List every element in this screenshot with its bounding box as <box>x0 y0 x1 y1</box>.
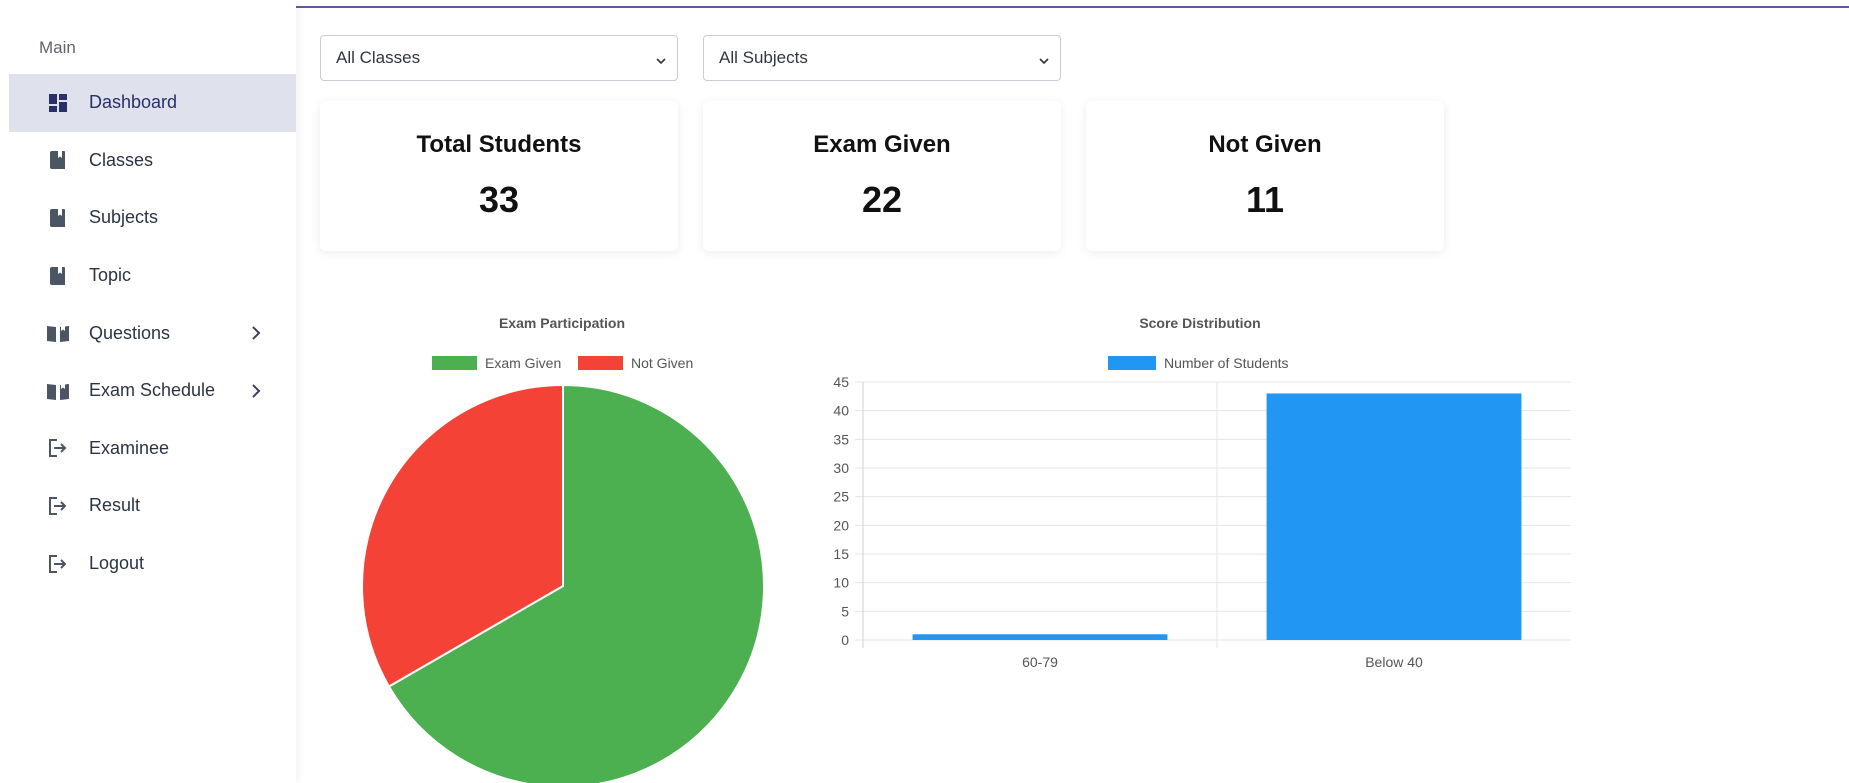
open-book-icon <box>47 322 69 344</box>
sidebar: Main Dashboard Classes Subjects Topic Qu… <box>0 0 296 783</box>
pie-slice-exam-given[interactable] <box>387 383 765 783</box>
dashboard-icon <box>47 92 69 114</box>
x-tick-label: Below 40 <box>1365 654 1423 670</box>
legend-label: Number of Students <box>1164 355 1289 371</box>
sidebar-item-label: Subjects <box>89 207 159 228</box>
sidebar-item-label: Exam Schedule <box>89 380 216 401</box>
chart-title: Score Distribution <box>1139 315 1260 331</box>
y-tick-label: 45 <box>833 374 849 390</box>
card-value: 22 <box>861 179 903 220</box>
y-tick-label: 40 <box>833 403 849 419</box>
card-title: Not Given <box>1208 131 1322 158</box>
sidebar-section-label: Main <box>39 38 76 57</box>
chevron-down-icon <box>1038 52 1050 65</box>
class-filter-value: All Classes <box>336 48 421 67</box>
chart-title: Exam Participation <box>499 315 625 331</box>
sidebar-item-questions[interactable]: Questions <box>9 304 296 362</box>
x-tick-label: 60-79 <box>1022 654 1058 670</box>
pie-slices <box>361 383 765 783</box>
top-accent-line <box>296 6 1849 8</box>
exam-participation-chart: Exam Participation Exam Given Not Given <box>361 315 765 783</box>
card-title: Total Students <box>416 131 582 158</box>
bar-x-labels: 60-79 Below 40 <box>1022 654 1423 670</box>
sidebar-item-label: Classes <box>89 149 154 170</box>
sidebar-item-logout[interactable]: Logout <box>9 535 296 593</box>
y-tick-label: 30 <box>833 460 849 476</box>
chevron-right-icon <box>249 326 263 340</box>
card-value: 11 <box>1245 179 1285 220</box>
legend-swatch-exam-given <box>432 356 477 370</box>
sidebar-item-dashboard[interactable]: Dashboard <box>9 74 296 132</box>
sidebar-item-label: Logout <box>89 553 145 574</box>
sidebar-item-topic[interactable]: Topic <box>9 247 296 305</box>
logout-icon <box>47 553 69 575</box>
y-tick-label: 15 <box>833 546 849 562</box>
exam-given-card: Exam Given 22 <box>703 101 1061 251</box>
logout-icon <box>47 495 69 517</box>
sidebar-item-classes[interactable]: Classes <box>9 132 296 190</box>
legend-label: Exam Given <box>485 355 561 371</box>
y-tick-label: 0 <box>841 632 849 648</box>
total-students-card: Total Students 33 <box>320 101 678 251</box>
open-book-icon <box>47 380 69 402</box>
y-tick-label: 20 <box>833 517 849 533</box>
y-tick-label: 5 <box>841 603 849 619</box>
sidebar-nav: Dashboard Classes Subjects Topic Questio… <box>9 74 296 592</box>
sidebar-item-examinee[interactable]: Examinee <box>9 420 296 478</box>
book-icon <box>47 149 69 171</box>
bar-below-40[interactable] <box>1266 393 1522 640</box>
bar-y-ticks: 0 5 10 15 20 25 30 35 40 45 <box>833 374 849 648</box>
score-distribution-chart: Score Distribution Number of Students 0 5… <box>833 315 1571 670</box>
class-filter-select[interactable]: All Classes <box>320 35 678 81</box>
chevron-right-icon <box>249 384 263 398</box>
sidebar-item-label: Questions <box>89 322 171 343</box>
legend-swatch-number-of-students <box>1108 356 1156 370</box>
sidebar-item-label: Examinee <box>89 437 170 458</box>
subject-filter-select[interactable]: All Subjects <box>703 35 1061 81</box>
logout-icon <box>47 437 69 459</box>
bar-grid <box>855 381 1571 648</box>
book-icon <box>47 265 69 287</box>
subject-filter-value: All Subjects <box>719 48 808 67</box>
sidebar-item-label: Topic <box>89 265 132 286</box>
legend-swatch-not-given <box>578 356 623 370</box>
legend-label: Not Given <box>631 355 693 371</box>
y-tick-label: 25 <box>833 489 849 505</box>
bar-60-79[interactable] <box>912 634 1168 640</box>
sidebar-item-label: Dashboard <box>89 92 178 113</box>
bar-bars <box>912 393 1522 640</box>
book-icon <box>47 207 69 229</box>
y-tick-label: 10 <box>833 575 849 591</box>
y-tick-label: 35 <box>833 431 849 447</box>
card-title: Exam Given <box>813 131 951 158</box>
sidebar-item-result[interactable]: Result <box>9 477 296 535</box>
sidebar-item-label: Result <box>89 495 141 516</box>
pie-slice-not-given[interactable] <box>361 383 564 688</box>
card-value: 33 <box>478 179 520 220</box>
sidebar-item-subjects[interactable]: Subjects <box>9 189 296 247</box>
not-given-card: Not Given 11 <box>1086 101 1444 251</box>
sidebar-item-exam-schedule[interactable]: Exam Schedule <box>9 362 296 420</box>
chevron-down-icon <box>655 52 667 65</box>
